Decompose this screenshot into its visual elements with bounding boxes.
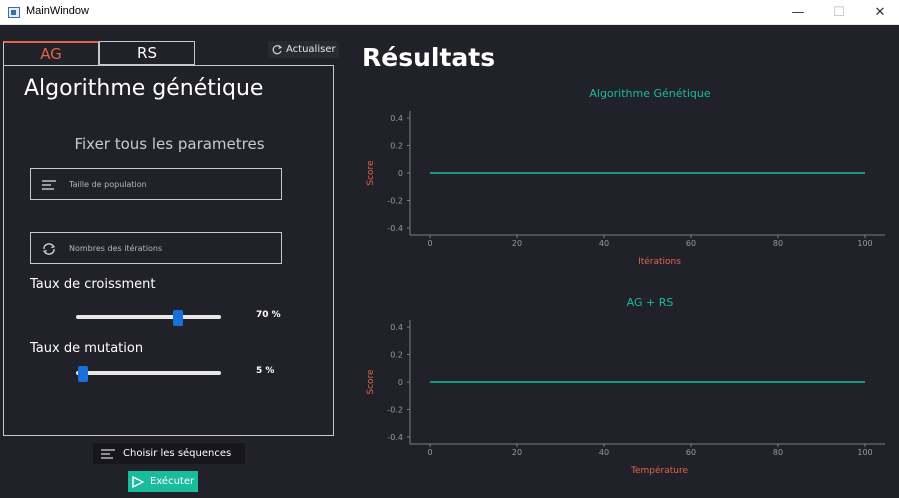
- x-tick-label: 100: [857, 448, 872, 457]
- y-tick-label: 0: [398, 378, 403, 387]
- chart-title: AG + RS: [626, 296, 674, 309]
- mutation-rate-value: 5 %: [256, 366, 275, 376]
- minimize-button[interactable]: —: [775, 0, 821, 25]
- refresh-label: Actualiser: [286, 44, 336, 55]
- x-tick-label: 60: [686, 239, 696, 248]
- population-size-input[interactable]: [69, 173, 274, 195]
- y-tick-label: -0.4: [387, 433, 403, 442]
- x-tick-label: 0: [427, 448, 432, 457]
- maximize-button[interactable]: ☐: [816, 0, 862, 25]
- chart-title: Algorithme Génétique: [589, 87, 711, 100]
- tab-rs[interactable]: RS: [99, 41, 195, 65]
- panel-title: Algorithme génétique: [24, 76, 264, 101]
- execute-button[interactable]: Exécuter: [128, 471, 198, 492]
- ag-rs-chart: 0.4 0.2 0 -0.2 -0.4 0 20 40 60 80 100 Température Sc…: [366, 320, 885, 476]
- iterations-field[interactable]: [30, 232, 282, 264]
- title-bar: MainWindow — ☐ ✕: [0, 0, 899, 25]
- results-title: Résultats: [362, 43, 496, 72]
- y-tick-label: 0.2: [390, 142, 403, 151]
- mutation-rate-slider[interactable]: [76, 366, 221, 382]
- y-tick-label: -0.2: [387, 197, 403, 206]
- slider-handle[interactable]: [78, 366, 89, 382]
- list-icon: [101, 448, 115, 459]
- tab-ag[interactable]: AG: [3, 41, 99, 66]
- x-tick-label: 100: [857, 239, 872, 248]
- play-icon: [132, 475, 145, 488]
- x-tick-label: 0: [427, 239, 432, 248]
- main-window-content: AG RS Actualiser Algorithme génétique Fi…: [0, 25, 899, 498]
- execute-label: Exécuter: [150, 476, 195, 487]
- y-axis-label: Score: [366, 160, 376, 186]
- iterations-input[interactable]: [69, 237, 274, 259]
- window-title: MainWindow: [26, 5, 89, 17]
- x-tick-label: 20: [512, 239, 522, 248]
- cycle-icon: [42, 243, 56, 255]
- refresh-icon: [272, 44, 283, 54]
- x-axis-label: Itérations: [638, 256, 681, 267]
- y-tick-label: 0.4: [390, 323, 403, 332]
- refresh-button[interactable]: Actualiser: [268, 41, 339, 58]
- x-tick-label: 60: [686, 448, 696, 457]
- growth-rate-slider[interactable]: [76, 310, 221, 326]
- x-tick-label: 80: [773, 448, 783, 457]
- parameters-panel: Algorithme génétique Fixer tous les para…: [3, 65, 334, 436]
- mutation-rate-label: Taux de mutation: [30, 341, 144, 356]
- close-button[interactable]: ✕: [857, 0, 899, 25]
- x-tick-label: 20: [512, 448, 522, 457]
- x-tick-label: 40: [599, 239, 609, 248]
- growth-rate-value: 70 %: [256, 310, 281, 320]
- y-tick-label: -0.2: [387, 406, 403, 415]
- y-tick-label: -0.4: [387, 224, 403, 233]
- population-size-field[interactable]: [30, 168, 282, 200]
- x-tick-label: 40: [599, 448, 609, 457]
- list-icon: [42, 180, 56, 190]
- slider-handle[interactable]: [172, 310, 183, 326]
- slider-track[interactable]: [76, 315, 221, 319]
- choose-sequences-button[interactable]: Choisir les séquences: [93, 443, 245, 464]
- y-axis-label: Score: [366, 369, 376, 395]
- y-tick-label: 0.2: [390, 351, 403, 360]
- choose-sequences-label: Choisir les séquences: [123, 448, 232, 459]
- growth-rate-label: Taux de croissment: [30, 277, 156, 292]
- app-window-icon: [8, 7, 20, 18]
- panel-subtitle: Fixer tous les parametres: [74, 135, 265, 153]
- x-tick-label: 80: [773, 239, 783, 248]
- slider-track[interactable]: [76, 371, 221, 375]
- y-tick-label: 0.4: [390, 114, 403, 123]
- x-axis-label: Température: [630, 465, 688, 476]
- y-tick-label: 0: [398, 169, 403, 178]
- genetic-algorithm-chart: 0.4 0.2 0 -0.2 -0.4 0 20 40 60 80 100 Itérations Sco…: [366, 111, 885, 267]
